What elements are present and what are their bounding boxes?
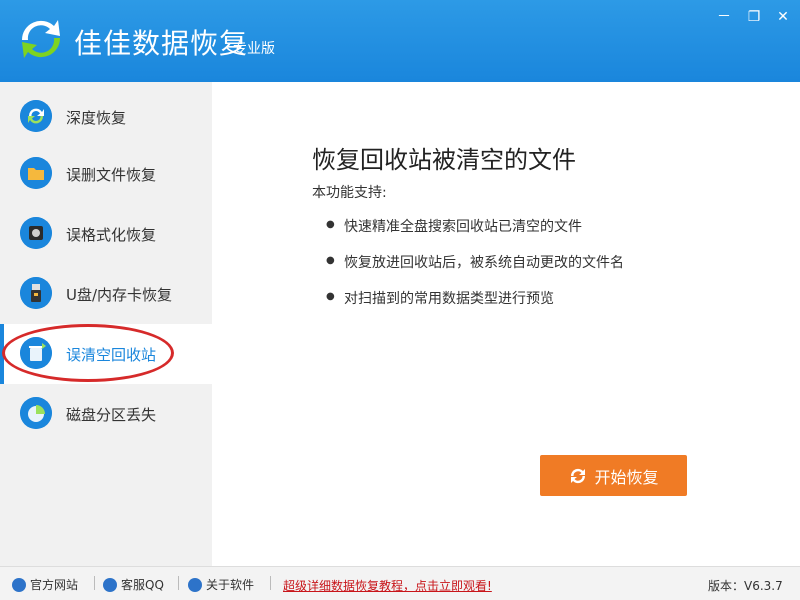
sidebar-item-deep-recovery[interactable]: 深度恢复 — [0, 87, 212, 147]
partition-icon — [20, 397, 52, 429]
sidebar-item-label: 误格式化恢复 — [66, 226, 157, 244]
close-button[interactable]: ✕ — [772, 8, 794, 26]
about-software-label: 关于软件 — [206, 578, 255, 592]
list-item: 对扫描到的常用数据类型进行预览 — [324, 288, 624, 324]
home-icon — [12, 577, 26, 592]
minimize-button[interactable]: － — [713, 8, 735, 26]
sidebar-item-label: U盘/内存卡恢复 — [66, 286, 173, 304]
start-recovery-label: 开始恢复 — [594, 467, 659, 487]
info-icon — [188, 577, 202, 592]
version-label: 版本：V6.3.7 — [708, 579, 783, 593]
footer-divider — [270, 576, 271, 590]
official-website-link[interactable]: 官方网站 — [12, 576, 78, 593]
footer-divider — [178, 576, 179, 590]
start-recovery-button[interactable]: 开始恢复 — [540, 455, 687, 496]
sidebar-item-label: 深度恢复 — [66, 109, 127, 127]
page-title: 恢复回收站被清空的文件 — [312, 146, 576, 174]
footer-divider — [94, 576, 95, 590]
list-item: 恢复放进回收站后，被系统自动更改的文件名 — [324, 252, 624, 288]
sidebar-item-label: 磁盘分区丢失 — [66, 406, 157, 424]
customer-service-qq-label: 客服QQ — [121, 578, 164, 592]
official-website-label: 官方网站 — [30, 578, 79, 592]
feature-list: 快速精准全盘搜索回收站已清空的文件 恢复放进回收站后，被系统自动更改的文件名 对… — [324, 216, 624, 324]
feature-support-label: 本功能支持: — [312, 185, 387, 201]
refresh-icon — [20, 100, 52, 132]
tutorial-link[interactable]: 超级详细数据恢复教程，点击立即观看! — [283, 577, 492, 594]
app-title: 佳佳数据恢复 — [74, 27, 249, 60]
folder-icon — [20, 157, 52, 189]
customer-service-qq-link[interactable]: 客服QQ — [103, 576, 164, 593]
refresh-icon — [571, 468, 586, 483]
edition-label: 专业版 — [233, 41, 275, 57]
restore-button[interactable]: ❐ — [743, 8, 765, 26]
sidebar-item-format-recovery[interactable]: 误格式化恢复 — [0, 204, 212, 264]
about-software-link[interactable]: 关于软件 — [188, 576, 254, 593]
disk-icon — [20, 217, 52, 249]
list-item: 快速精准全盘搜索回收站已清空的文件 — [324, 216, 624, 252]
sidebar-item-deleted-files[interactable]: 误删文件恢复 — [0, 144, 212, 204]
highlight-annotation — [2, 324, 174, 382]
sidebar-item-label: 误删文件恢复 — [66, 166, 157, 184]
qq-icon — [103, 577, 117, 592]
title-bar: 佳佳数据恢复 专业版 － ❐ ✕ — [0, 0, 800, 82]
main-panel: 恢复回收站被清空的文件 本功能支持: 快速精准全盘搜索回收站已清空的文件 恢复放… — [212, 82, 800, 566]
sidebar-item-usb-recovery[interactable]: U盘/内存卡恢复 — [0, 264, 212, 324]
app-logo-icon — [21, 20, 61, 58]
status-bar: 官方网站 客服QQ 关于软件 超级详细数据恢复教程，点击立即观看! 版本：V6.… — [0, 566, 800, 600]
usb-icon — [20, 277, 52, 309]
sidebar-item-partition-lost[interactable]: 磁盘分区丢失 — [0, 384, 212, 444]
